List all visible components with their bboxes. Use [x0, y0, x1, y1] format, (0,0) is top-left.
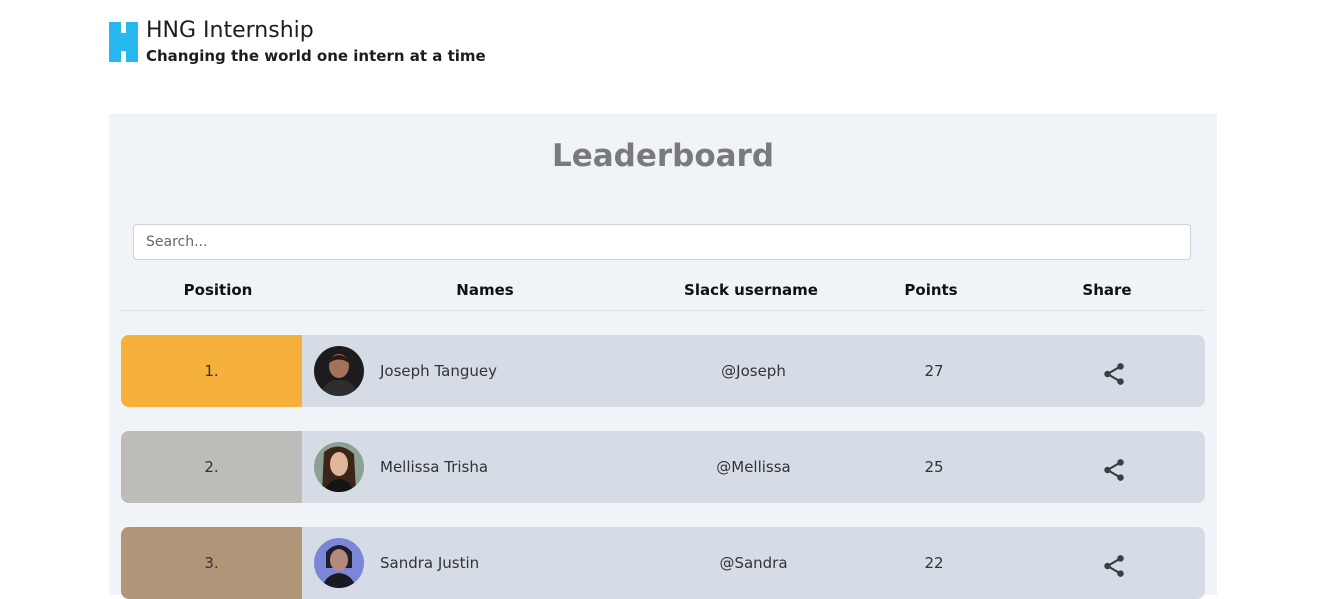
points-value: 22: [924, 554, 944, 572]
site-title: HNG Internship: [146, 18, 314, 43]
search-input[interactable]: [133, 224, 1191, 260]
share-icon[interactable]: [1101, 553, 1127, 579]
rank-cell: 3.: [121, 527, 302, 599]
table-row: 1. Joseph Tanguey @Joseph 27: [121, 335, 1205, 407]
site-header: HNG Internship Changing the world one in…: [109, 16, 486, 66]
avatar: [314, 346, 364, 396]
share-icon[interactable]: [1101, 457, 1127, 483]
leaderboard-title: Leaderboard: [551, 138, 775, 174]
column-header-points: Points: [904, 281, 958, 299]
slack-username: @Mellissa: [716, 458, 791, 476]
slack-username: @Joseph: [721, 362, 786, 380]
column-header-position: Position: [183, 281, 253, 299]
table-row: 3. Sandra Justin @Sandra 22: [121, 527, 1205, 599]
points-value: 27: [924, 362, 944, 380]
rank-cell: 1.: [121, 335, 302, 407]
column-header-slack-username: Slack username: [684, 281, 818, 299]
intern-name: Sandra Justin: [380, 554, 480, 572]
points-value: 25: [924, 458, 944, 476]
intern-name: Mellissa Trisha: [380, 458, 489, 476]
column-header-share: Share: [1082, 281, 1132, 299]
slack-username: @Sandra: [719, 554, 788, 572]
brand: HNG Internship Changing the world one in…: [146, 16, 486, 66]
site-subtitle: Changing the world one intern at a time: [146, 47, 486, 65]
share-icon[interactable]: [1101, 361, 1127, 387]
avatar: [314, 538, 364, 588]
intern-name: Joseph Tanguey: [380, 362, 497, 380]
avatar: [314, 442, 364, 492]
hng-logo: [109, 22, 138, 62]
table-header: Position Names Slack username Points Sha…: [121, 282, 1205, 311]
table-row: 2. Mellissa Trisha @Mellissa 25: [121, 431, 1205, 503]
rank-cell: 2.: [121, 431, 302, 503]
leaderboard-panel: Leaderboard Position Names Slack usernam…: [109, 114, 1217, 599]
column-header-names: Names: [456, 281, 514, 299]
